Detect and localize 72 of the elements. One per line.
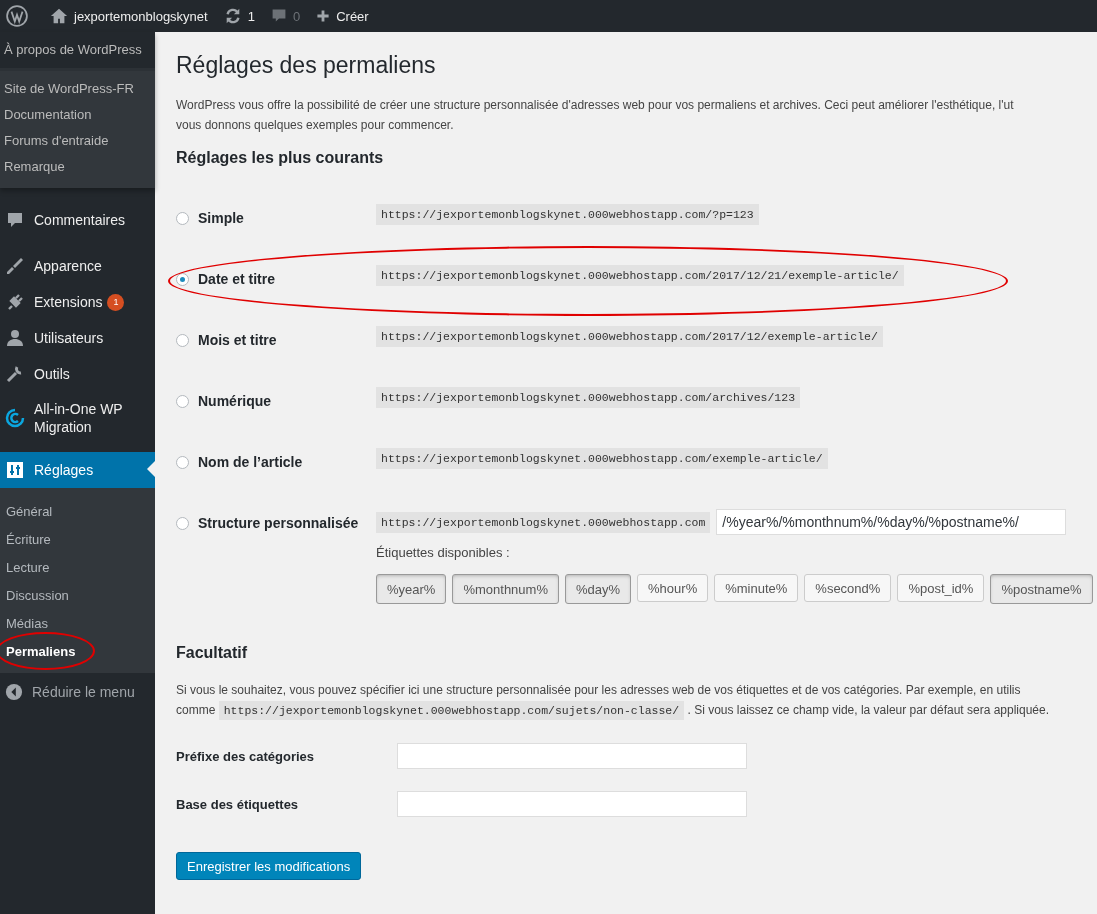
tag-button[interactable]: %second%	[804, 574, 892, 602]
person-icon	[5, 328, 25, 348]
radio-option[interactable]: Simple	[176, 199, 376, 260]
url-example: https://jexportemonblogskynet.000webhostapp.com/archives/123	[376, 387, 801, 408]
menu-item[interactable]: Réglages	[0, 452, 155, 488]
collapse-menu-button[interactable]: Réduire le menu	[0, 673, 155, 711]
tag-button[interactable]: %year%	[376, 574, 447, 604]
left-arrow-circle-icon	[5, 683, 23, 701]
tag-button[interactable]: %postname%	[990, 574, 1093, 604]
current-indicator-icon	[147, 461, 155, 477]
menu-item[interactable]: Utilisateurs	[0, 320, 155, 356]
sliders-icon	[5, 460, 25, 480]
paintbrush-icon	[5, 256, 25, 276]
radio-option[interactable]: Date et titre	[176, 260, 376, 321]
radio-button[interactable]	[176, 273, 189, 286]
menu-item[interactable]: Apparence	[0, 248, 155, 284]
description-text: Si vous le souhaitez, vous pouvez spécifier ici une structure personnalisée pour les adresses web de vos étiquettes et de vos catégories. Par exemple, en utilis comme https://jexportemonblogskynet.000webhostapp.com/sujets/non-classe/ . Si vous laissez ce champ vide, la valeur par défaut sera appliquée.	[176, 680, 1097, 721]
menu-item[interactable]: Commentaires	[0, 202, 155, 238]
plus-icon	[316, 9, 331, 23]
radio-button[interactable]	[176, 334, 189, 347]
comment-icon	[5, 210, 25, 230]
submenu-item[interactable]: Lecture	[0, 554, 155, 582]
text-field[interactable]	[397, 791, 747, 817]
submenu-item[interactable]: Écriture	[0, 526, 155, 554]
radio-option[interactable]: Structure personnalisée	[176, 504, 376, 604]
comment-icon	[270, 8, 287, 24]
updates-link[interactable]: 1	[215, 0, 263, 32]
radio-button[interactable]	[176, 517, 189, 530]
url-example: https://jexportemonblogskynet.000webhostapp.com/?p=123	[376, 204, 759, 225]
page-title: Réglages des permaliens	[176, 52, 437, 79]
menu-item[interactable]: Remarque	[0, 154, 155, 180]
url-example: https://jexportemonblogskynet.000webhostapp.com/2017/12/21/exemple-article/	[376, 265, 904, 286]
radio-option[interactable]: Mois et titre	[176, 321, 376, 382]
radio-button[interactable]	[176, 212, 189, 225]
radio-button[interactable]	[176, 456, 189, 469]
url-example: https://jexportemonblogskynet.000webhostapp.com	[376, 511, 711, 533]
submenu-item[interactable]: Général	[0, 498, 155, 526]
radio-button[interactable]	[176, 395, 189, 408]
radio-option[interactable]: Nom de l’article	[176, 443, 376, 504]
tag-button[interactable]: %day%	[564, 574, 632, 604]
menu-item[interactable]: Outils	[0, 356, 155, 392]
menu-item[interactable]: Forums d'entraide	[0, 128, 155, 154]
home-icon	[50, 7, 68, 25]
menu-item[interactable]: Extensions 1	[0, 284, 155, 320]
structure-field[interactable]: /%year%/%monthnum%/%day%/%postname%/	[716, 509, 1067, 535]
url-example: https://jexportemonblogskynet.000webhostapp.com/exemple-article/	[376, 448, 828, 469]
tags-label: Étiquettes disponibles :	[376, 545, 511, 560]
description-text: WordPress vous offre la possibilité de créer une structure personnalisée d'adresses web pour vos permaliens et archives. Ceci peut améliorer l'esthétique, l'ut vous donnons quelques exemples pour commencer.	[176, 97, 1015, 134]
text-field[interactable]	[397, 743, 747, 769]
menu-item[interactable]: Site de WordPress-FR	[0, 76, 155, 102]
count-badge: 1	[107, 293, 125, 311]
new-link[interactable]: Créer	[308, 0, 377, 32]
menu-item[interactable]: Documentation	[0, 102, 155, 128]
save-button[interactable]: Enregistrer les modifications	[176, 852, 362, 880]
section-heading: Facultatif	[176, 644, 249, 662]
tag-button[interactable]: %minute%	[714, 574, 799, 602]
circular-arrow-icon	[5, 408, 25, 428]
radio-option[interactable]: Numérique	[176, 382, 376, 443]
submenu-item[interactable]: Médias	[0, 610, 155, 638]
menu-item[interactable]: All-in-One WP Migration	[0, 392, 155, 444]
wordpress-logo-icon	[6, 5, 28, 27]
submenu-item[interactable]: Discussion	[0, 582, 155, 610]
field-label: Base des étiquettes	[176, 796, 300, 812]
field-label: Préfixe des catégories	[176, 748, 316, 764]
section-heading: Réglages les plus courants	[176, 149, 385, 167]
url-example: https://jexportemonblogskynet.000webhostapp.com/sujets/non-classe/	[218, 701, 685, 720]
tag-button[interactable]: %monthnum%	[452, 574, 559, 604]
url-example: https://jexportemonblogskynet.000webhostapp.com/2017/12/exemple-article/	[376, 326, 883, 347]
submenu-item[interactable]: Permaliens	[0, 638, 155, 666]
tag-button[interactable]: %post_id%	[897, 574, 985, 602]
tag-button[interactable]: %hour%	[637, 574, 709, 602]
site-link[interactable]: jexportemonblogskynet	[42, 0, 216, 32]
